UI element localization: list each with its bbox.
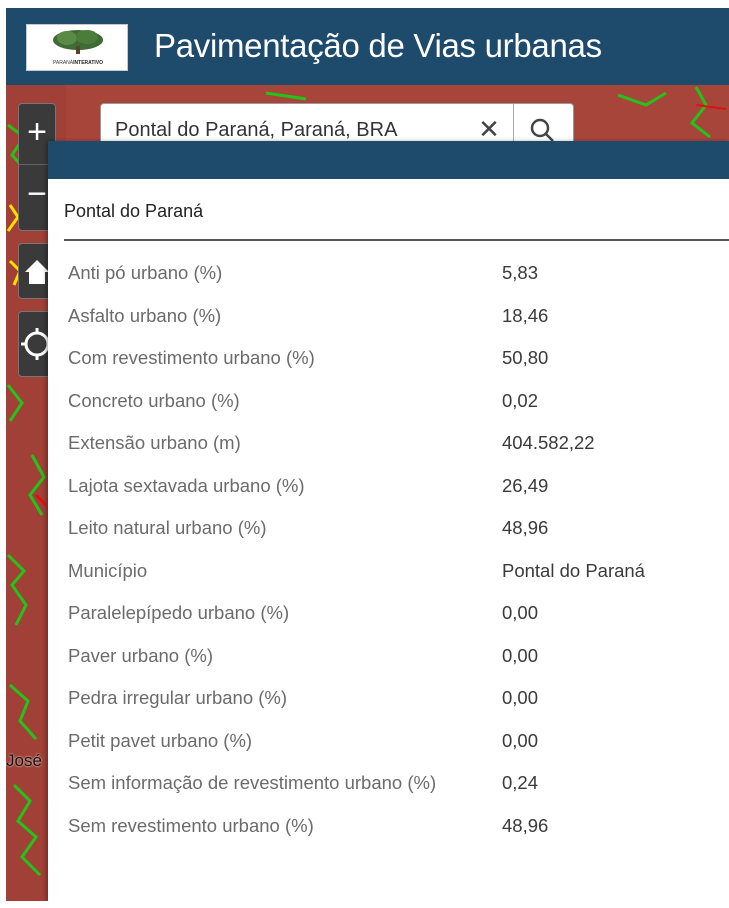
logo-text: PARANÁINTERATIVO: [52, 60, 104, 66]
attribute-value: 0,00: [502, 687, 539, 709]
attribute-value: Pontal do Paraná: [502, 559, 645, 581]
feature-info-popup: Pontal do Paraná Anti pó urbano (%) 5,83 …: [48, 141, 729, 901]
attribute-value: 0,00: [502, 729, 539, 751]
attribute-row: Extensão urbano (m) 404.582,22: [68, 422, 645, 465]
parana-interativo-logo[interactable]: PARANÁINTERATIVO: [26, 24, 128, 71]
popup-header-bar: [48, 141, 729, 179]
attribute-key: Com revestimento urbano (%): [68, 347, 315, 369]
attribute-row: Asfalto urbano (%) 18,46: [68, 295, 645, 338]
app-header: PARANÁINTERATIVO Pavimentação de Vias ur…: [6, 8, 729, 85]
app-title: Pavimentação de Vias urbanas: [154, 27, 602, 64]
attribute-key: Anti pó urbano (%): [68, 262, 223, 284]
popup-title: Pontal do Paraná: [64, 201, 204, 221]
app-window: PARANÁINTERATIVO Pavimentação de Vias ur…: [6, 8, 729, 901]
attribute-row: Sem informação de revestimento urbano (%…: [68, 762, 645, 805]
attribute-key: Lajota sextavada urbano (%): [68, 474, 305, 496]
attribute-row: Paralelepípedo urbano (%) 0,00: [68, 592, 645, 635]
attribute-value: 26,49: [502, 474, 549, 496]
tree-logo-icon: [53, 30, 103, 54]
attribute-row: Petit pavet urbano (%) 0,00: [68, 720, 645, 763]
map-place-label: José: [6, 751, 42, 770]
clear-search-icon[interactable]: ✕: [477, 114, 501, 144]
popup-divider: [64, 239, 729, 241]
attribute-key: Sem informação de revestimento urbano (%…: [68, 772, 437, 794]
attribute-value: 0,02: [502, 389, 539, 411]
attribute-key: Paver urbano (%): [68, 644, 213, 666]
attribute-value: 404.582,22: [502, 432, 595, 454]
attribute-key: Pedra irregular urbano (%): [68, 687, 288, 709]
attribute-key: Asfalto urbano (%): [68, 304, 222, 326]
attribute-value: 48,96: [502, 814, 549, 836]
attribute-value: 48,96: [502, 517, 549, 539]
attribute-row: Lajota sextavada urbano (%) 26,49: [68, 465, 645, 508]
attribute-table: Anti pó urbano (%) 5,83 Asfalto urbano (%…: [68, 252, 645, 847]
attribute-key: Concreto urbano (%): [68, 389, 240, 411]
attribute-value: 0,00: [502, 644, 539, 666]
attribute-row: Leito natural urbano (%) 48,96: [68, 507, 645, 550]
attribute-value: 18,46: [502, 304, 549, 326]
attribute-row: Concreto urbano (%) 0,02: [68, 380, 645, 423]
attribute-value: 0,24: [502, 772, 539, 794]
attribute-value: 5,83: [502, 262, 539, 284]
attribute-key: Petit pavet urbano (%): [68, 729, 253, 751]
attribute-key: Paralelepípedo urbano (%): [68, 602, 290, 624]
attribute-value: 0,00: [502, 602, 539, 624]
attribute-row: Pedra irregular urbano (%) 0,00: [68, 677, 645, 720]
attribute-row: Sem revestimento urbano (%) 48,96: [68, 805, 645, 848]
attribute-row: Paver urbano (%) 0,00: [68, 635, 645, 678]
attribute-key: Leito natural urbano (%): [68, 517, 267, 539]
attribute-value: 50,80: [502, 347, 549, 369]
attribute-key: Sem revestimento urbano (%): [68, 814, 314, 836]
attribute-row: Com revestimento urbano (%) 50,80: [68, 337, 645, 380]
attribute-row: Município Pontal do Paraná: [68, 550, 645, 593]
attribute-key: Município: [68, 559, 148, 581]
attribute-row: Anti pó urbano (%) 5,83: [68, 252, 645, 295]
attribute-key: Extensão urbano (m): [68, 432, 241, 454]
